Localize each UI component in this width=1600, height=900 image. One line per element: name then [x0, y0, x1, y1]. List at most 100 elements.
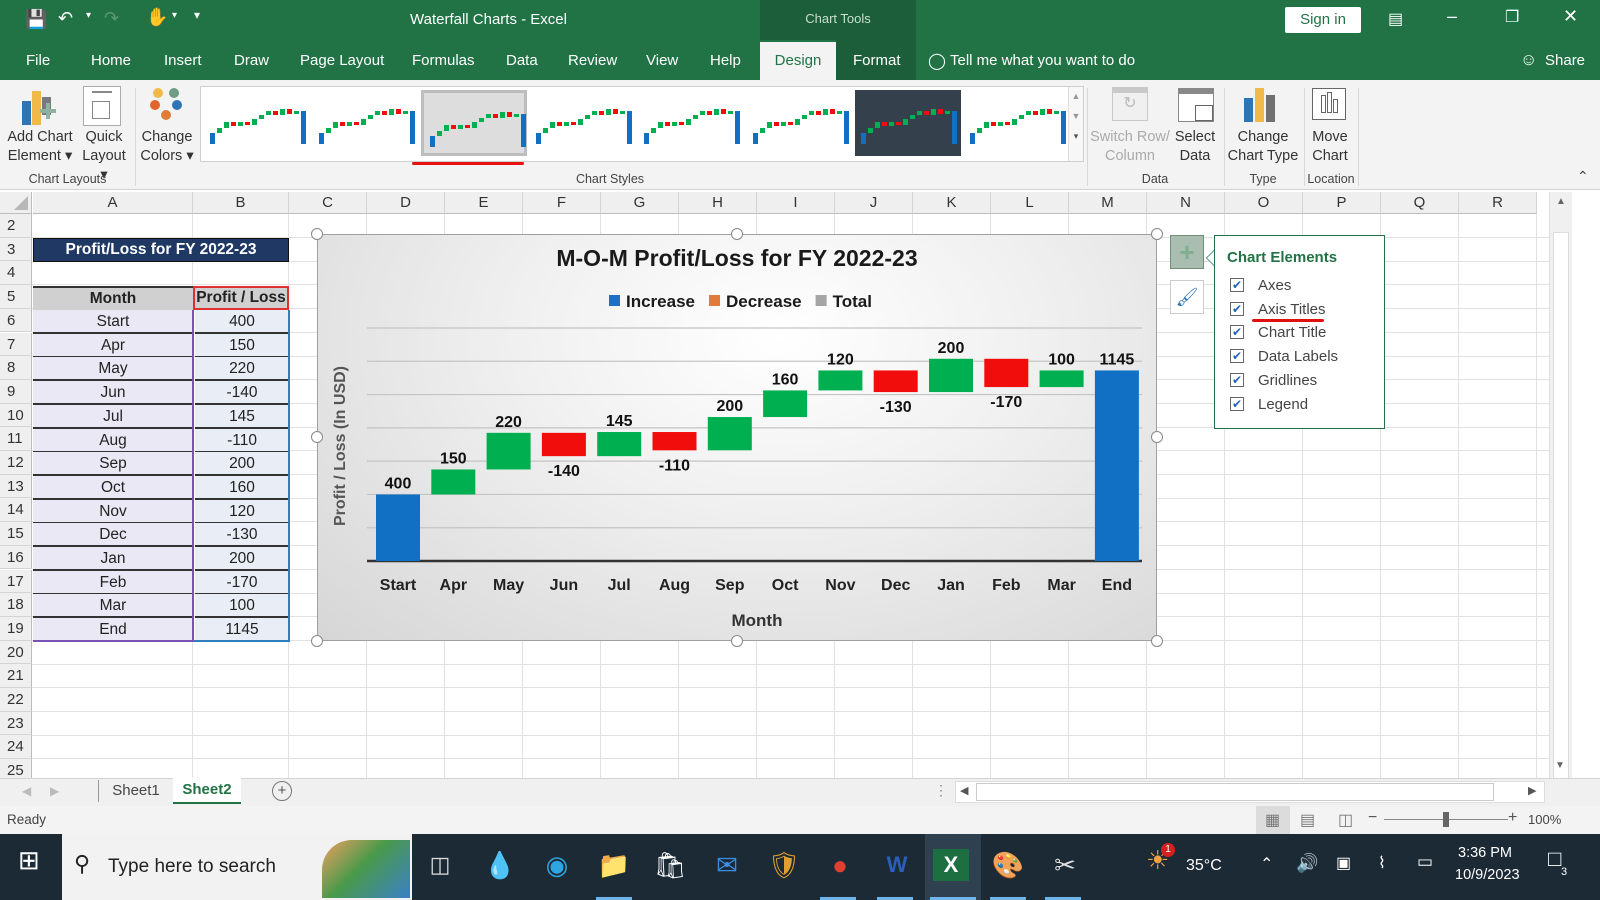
legend-label-total[interactable]: Total — [833, 292, 872, 311]
cell-month[interactable]: May — [33, 357, 193, 382]
clock-date[interactable]: 10/9/2023 — [1455, 867, 1520, 883]
chart-element-label[interactable]: Axes — [1258, 277, 1291, 294]
tab-help[interactable]: Help — [710, 52, 741, 69]
bar-end[interactable] — [1094, 370, 1139, 561]
camera-icon[interactable]: ▣ — [1336, 853, 1351, 873]
row-header-9[interactable]: 9 — [0, 379, 32, 404]
column-header-C[interactable]: C — [289, 192, 367, 214]
tab-review[interactable]: Review — [568, 52, 617, 69]
chart-title[interactable]: M-O-M Profit/Loss for FY 2022-23 — [556, 245, 917, 271]
touch-mode-icon[interactable]: ✋ — [146, 7, 168, 28]
clock-time[interactable]: 3:36 PM — [1458, 845, 1512, 861]
row-header-3[interactable]: 3 — [0, 237, 32, 262]
share-person-icon[interactable]: ☺ — [1520, 50, 1537, 70]
column-header-E[interactable]: E — [445, 192, 523, 214]
share-button[interactable]: Share — [1545, 52, 1585, 69]
snipping-tool-icon[interactable]: ✂ — [1045, 845, 1085, 885]
tab-format[interactable]: Format — [853, 52, 901, 69]
split-handle-icon[interactable]: ⋮ — [934, 782, 948, 799]
resize-handle-b[interactable] — [731, 635, 743, 647]
row-header-23[interactable]: 23 — [0, 711, 32, 736]
new-sheet-button[interactable]: + — [272, 781, 292, 801]
checkbox-data-labels[interactable]: ✔ — [1230, 349, 1244, 364]
store-icon[interactable]: 🛍 — [650, 845, 690, 885]
cell-profit-loss[interactable]: 145 — [195, 404, 289, 429]
checkbox-chart-title[interactable]: ✔ — [1230, 325, 1244, 340]
windows-start-icon[interactable]: ⊞ — [18, 845, 40, 876]
cell-profit-loss[interactable]: -140 — [195, 381, 289, 406]
row-header-10[interactable]: 10 — [0, 403, 32, 428]
cell-month[interactable]: Nov — [33, 499, 193, 524]
zoom-slider-thumb[interactable] — [1443, 812, 1449, 827]
row-header-11[interactable]: 11 — [0, 427, 32, 451]
horizontal-scrollbar[interactable]: ◀ ▶ — [955, 781, 1545, 803]
cell-profit-loss[interactable]: 150 — [195, 333, 289, 358]
save-icon[interactable]: 💾 — [25, 9, 47, 30]
row-header-13[interactable]: 13 — [0, 474, 32, 499]
cell-profit-loss[interactable]: 100 — [195, 594, 289, 619]
select-all-corner[interactable] — [0, 192, 32, 214]
tab-design[interactable]: Design — [760, 42, 836, 80]
column-header-L[interactable]: L — [991, 192, 1069, 214]
row-header-7[interactable]: 7 — [0, 332, 32, 357]
paint3d-drop-icon[interactable]: 💧 — [480, 845, 520, 885]
tab-draw[interactable]: Draw — [234, 52, 269, 69]
cell-profit-loss[interactable]: 160 — [195, 475, 289, 500]
chart-element-label[interactable]: Gridlines — [1258, 372, 1317, 389]
column-header-B[interactable]: B — [193, 192, 289, 214]
touch-dropdown-icon[interactable]: ▾ — [172, 10, 177, 21]
row-header-20[interactable]: 20 — [0, 640, 32, 665]
bar-may[interactable] — [486, 432, 531, 470]
collapse-ribbon-icon[interactable]: ⌃ — [1577, 168, 1589, 185]
tab-page-layout[interactable]: Page Layout — [300, 52, 384, 69]
chart-element-label[interactable]: Chart Title — [1258, 324, 1326, 341]
cell-profit-loss[interactable]: 1145 — [195, 618, 289, 643]
tab-home[interactable]: Home — [91, 52, 131, 69]
undo-dropdown-icon[interactable]: ▾ — [86, 10, 91, 21]
battery-icon[interactable]: ▭ — [1417, 852, 1433, 872]
bar-jul[interactable] — [597, 432, 642, 457]
scroll-up-icon[interactable]: ▲ — [1550, 196, 1572, 207]
sign-in-button[interactable]: Sign in — [1285, 7, 1361, 33]
row-header-21[interactable]: 21 — [0, 664, 32, 688]
gallery-down-icon[interactable]: ▼ — [1069, 111, 1083, 121]
chart-element-label[interactable]: Axis Titles — [1258, 301, 1326, 318]
restore-icon[interactable]: ❐ — [1505, 7, 1519, 27]
chart-style-5[interactable] — [638, 90, 744, 156]
cell-month[interactable]: Apr — [33, 333, 193, 358]
chart-style-1[interactable] — [204, 90, 310, 156]
sheet-prev-icon[interactable]: ◀ — [22, 784, 31, 798]
row-header-6[interactable]: 6 — [0, 308, 32, 333]
bar-mar[interactable] — [1039, 370, 1084, 388]
move-chart-button[interactable]: Move Chart — [1304, 128, 1356, 166]
file-explorer-icon[interactable]: 📁 — [594, 845, 634, 885]
row-header-16[interactable]: 16 — [0, 545, 32, 570]
chart-style-6[interactable] — [746, 90, 853, 156]
bar-apr[interactable] — [431, 469, 476, 495]
edge-icon[interactable]: ◉ — [537, 845, 577, 885]
cell-month[interactable]: Feb — [33, 570, 193, 595]
column-header-I[interactable]: I — [757, 192, 835, 214]
scroll-left-icon[interactable]: ◀ — [960, 784, 968, 797]
table-title[interactable]: Profit/Loss for FY 2022-23 — [33, 238, 289, 262]
weather-temp[interactable]: 35°C — [1186, 857, 1222, 875]
chart-style-4[interactable] — [529, 90, 636, 156]
chrome-icon[interactable]: ● — [820, 845, 860, 885]
column-header-K[interactable]: K — [913, 192, 991, 214]
page-break-view-icon[interactable]: ◫ — [1338, 810, 1353, 830]
tab-view[interactable]: View — [646, 52, 678, 69]
cell-month[interactable]: End — [33, 618, 193, 643]
cell-month[interactable]: Oct — [33, 475, 193, 500]
resize-handle-bl[interactable] — [311, 635, 323, 647]
chart-element-label[interactable]: Legend — [1258, 396, 1308, 413]
excel-icon[interactable]: X — [933, 849, 969, 881]
vertical-scrollbar[interactable]: ▲ ▼ — [1549, 192, 1572, 782]
scroll-thumb[interactable] — [1553, 232, 1569, 782]
scroll-down-icon[interactable]: ▼ — [1555, 760, 1565, 771]
cell-profit-loss[interactable]: -110 — [195, 428, 289, 453]
chart-style-2[interactable] — [312, 90, 419, 156]
column-header-A[interactable]: A — [33, 192, 193, 214]
resize-handle-r[interactable] — [1151, 431, 1163, 443]
column-header-M[interactable]: M — [1069, 192, 1147, 214]
zoom-level[interactable]: 100% — [1528, 812, 1561, 827]
